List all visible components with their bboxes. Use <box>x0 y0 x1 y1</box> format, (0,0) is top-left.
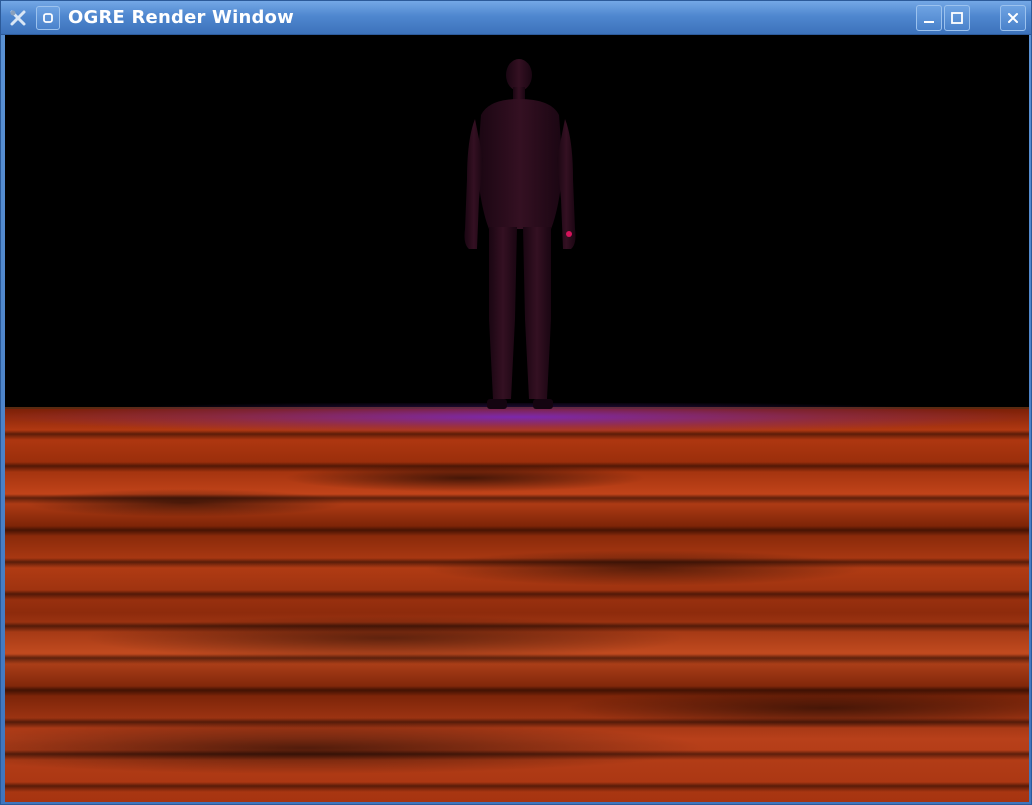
window-menu-icon <box>43 13 53 23</box>
window-menu-button[interactable] <box>36 6 60 30</box>
maximize-icon <box>951 12 963 24</box>
close-icon <box>1008 13 1018 23</box>
close-button[interactable] <box>1000 5 1026 31</box>
render-viewport[interactable] <box>5 35 1029 802</box>
ogre-render-window: OGRE Render Window <box>0 0 1032 805</box>
floor-texture <box>5 408 1029 802</box>
maximize-button[interactable] <box>944 5 970 31</box>
title-bar[interactable]: OGRE Render Window <box>1 1 1031 35</box>
minimize-icon <box>924 21 934 23</box>
window-title: OGRE Render Window <box>68 7 294 28</box>
minimize-button[interactable] <box>916 5 942 31</box>
character-figure <box>464 59 576 409</box>
tool-icon[interactable] <box>6 6 30 30</box>
